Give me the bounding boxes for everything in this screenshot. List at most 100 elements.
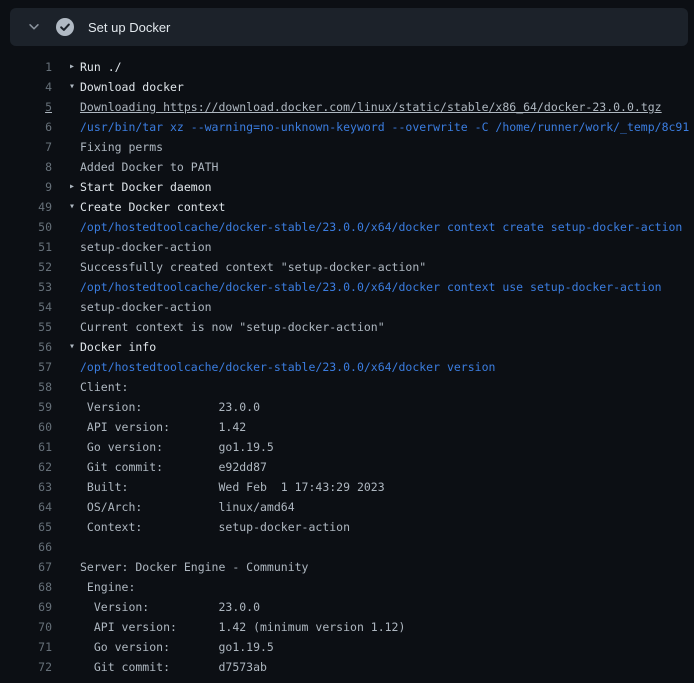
log-line-row: 68 Engine: bbox=[0, 577, 694, 597]
log-link[interactable]: https://download.docker.com/linux/static… bbox=[163, 97, 662, 117]
line-number[interactable]: 60 bbox=[0, 417, 52, 437]
line-number[interactable]: 66 bbox=[0, 537, 52, 557]
step-header[interactable]: Set up Docker bbox=[10, 8, 688, 46]
chevron-down-icon[interactable] bbox=[27, 20, 41, 34]
line-number[interactable]: 58 bbox=[0, 377, 52, 397]
group-title[interactable]: Download docker bbox=[80, 77, 184, 97]
line-number[interactable]: 5 bbox=[0, 97, 52, 117]
line-number[interactable]: 1 bbox=[0, 57, 52, 77]
log-line-row: 65 Context: setup-docker-action bbox=[0, 517, 694, 537]
line-number[interactable]: 6 bbox=[0, 117, 52, 137]
log-line-row: 6/usr/bin/tar xz --warning=no-unknown-ke… bbox=[0, 117, 694, 137]
line-number[interactable]: 59 bbox=[0, 397, 52, 417]
marker-slot bbox=[52, 437, 80, 457]
line-number[interactable]: 63 bbox=[0, 477, 52, 497]
group-collapsed-icon[interactable]: ▸ bbox=[52, 57, 80, 77]
group-expanded-icon[interactable]: ▾ bbox=[52, 197, 80, 217]
log-line-row: 51 setup-docker-action bbox=[0, 237, 694, 257]
marker-slot bbox=[52, 497, 80, 517]
marker-slot bbox=[52, 97, 80, 117]
line-number[interactable]: 68 bbox=[0, 577, 52, 597]
line-number[interactable]: 52 bbox=[0, 257, 52, 277]
log-text: API version: 1.42 bbox=[80, 417, 246, 437]
log-group-row[interactable]: 4▾Download docker bbox=[0, 77, 694, 97]
marker-slot bbox=[52, 537, 80, 557]
marker-slot bbox=[52, 417, 80, 437]
log-line-row: 61 Go version: go1.19.5 bbox=[0, 437, 694, 457]
line-number[interactable]: 72 bbox=[0, 657, 52, 677]
command-text: /usr/bin/tar xz --warning=no-unknown-key… bbox=[80, 117, 689, 137]
marker-slot bbox=[52, 317, 80, 337]
line-number[interactable]: 65 bbox=[0, 517, 52, 537]
log-text: Added Docker to PATH bbox=[80, 157, 218, 177]
group-collapsed-icon[interactable]: ▸ bbox=[52, 177, 80, 197]
group-expanded-icon[interactable]: ▾ bbox=[52, 77, 80, 97]
marker-slot bbox=[52, 457, 80, 477]
log-group-row[interactable]: 9▸Start Docker daemon bbox=[0, 177, 694, 197]
log-group-row[interactable]: 1▸Run ./ bbox=[0, 57, 694, 77]
log-line-row: 8 Added Docker to PATH bbox=[0, 157, 694, 177]
line-number[interactable]: 67 bbox=[0, 557, 52, 577]
marker-slot bbox=[52, 297, 80, 317]
log-group-row[interactable]: 49▾Create Docker context bbox=[0, 197, 694, 217]
log-text: OS/Arch: linux/amd64 bbox=[80, 497, 295, 517]
log-text: Git commit: d7573ab bbox=[80, 657, 267, 677]
marker-slot bbox=[52, 557, 80, 577]
log-text: Server: Docker Engine - Community bbox=[80, 557, 308, 577]
log-line-row: 71 Go version: go1.19.5 bbox=[0, 637, 694, 657]
log-text: Go version: go1.19.5 bbox=[80, 637, 274, 657]
marker-slot bbox=[52, 377, 80, 397]
line-number[interactable]: 70 bbox=[0, 617, 52, 637]
line-number[interactable]: 64 bbox=[0, 497, 52, 517]
line-number[interactable]: 62 bbox=[0, 457, 52, 477]
marker-slot bbox=[52, 137, 80, 157]
log-text: Version: 23.0.0 bbox=[80, 597, 260, 617]
group-title[interactable]: Create Docker context bbox=[80, 197, 225, 217]
log-text: Context: setup-docker-action bbox=[80, 517, 350, 537]
log-text: Built: Wed Feb 1 17:43:29 2023 bbox=[80, 477, 385, 497]
line-number[interactable]: 9 bbox=[0, 177, 52, 197]
marker-slot bbox=[52, 117, 80, 137]
log-line-row: 72 Git commit: d7573ab bbox=[0, 657, 694, 677]
line-number[interactable]: 69 bbox=[0, 597, 52, 617]
line-number[interactable]: 54 bbox=[0, 297, 52, 317]
marker-slot bbox=[52, 397, 80, 417]
group-title[interactable]: Docker info bbox=[80, 337, 156, 357]
log-line-row: 5Downloading https://download.docker.com… bbox=[0, 97, 694, 117]
line-number[interactable]: 51 bbox=[0, 237, 52, 257]
log-line-row: 64 OS/Arch: linux/amd64 bbox=[0, 497, 694, 517]
log-text: Go version: go1.19.5 bbox=[80, 437, 274, 457]
marker-slot bbox=[52, 257, 80, 277]
line-number[interactable]: 61 bbox=[0, 437, 52, 457]
line-number[interactable]: 8 bbox=[0, 157, 52, 177]
line-number[interactable]: 7 bbox=[0, 137, 52, 157]
line-number[interactable]: 57 bbox=[0, 357, 52, 377]
step-title: Set up Docker bbox=[88, 20, 170, 35]
log-text: Successfully created context "setup-dock… bbox=[80, 257, 426, 277]
group-title[interactable]: Start Docker daemon bbox=[80, 177, 212, 197]
marker-slot bbox=[52, 577, 80, 597]
log-line-row: 63 Built: Wed Feb 1 17:43:29 2023 bbox=[0, 477, 694, 497]
line-number[interactable]: 49 bbox=[0, 197, 52, 217]
marker-slot bbox=[52, 517, 80, 537]
log-line-row: 59 Version: 23.0.0 bbox=[0, 397, 694, 417]
line-number[interactable]: 53 bbox=[0, 277, 52, 297]
log-line-row: 70 API version: 1.42 (minimum version 1.… bbox=[0, 617, 694, 637]
group-title[interactable]: Run ./ bbox=[80, 57, 122, 77]
log-text: Client: bbox=[80, 377, 128, 397]
line-number[interactable]: 4 bbox=[0, 77, 52, 97]
line-number[interactable]: 55 bbox=[0, 317, 52, 337]
line-number[interactable]: 50 bbox=[0, 217, 52, 237]
group-expanded-icon[interactable]: ▾ bbox=[52, 337, 80, 357]
log-line-row: 67 Server: Docker Engine - Community bbox=[0, 557, 694, 577]
log-text: Fixing perms bbox=[80, 137, 163, 157]
log-line-row: 7 Fixing perms bbox=[0, 137, 694, 157]
log-group-row[interactable]: 56▾Docker info bbox=[0, 337, 694, 357]
line-number[interactable]: 71 bbox=[0, 637, 52, 657]
log-text: setup-docker-action bbox=[80, 297, 212, 317]
check-circle-icon bbox=[56, 18, 74, 36]
marker-slot bbox=[52, 237, 80, 257]
line-number[interactable]: 56 bbox=[0, 337, 52, 357]
marker-slot bbox=[52, 657, 80, 677]
log-text: setup-docker-action bbox=[80, 237, 212, 257]
